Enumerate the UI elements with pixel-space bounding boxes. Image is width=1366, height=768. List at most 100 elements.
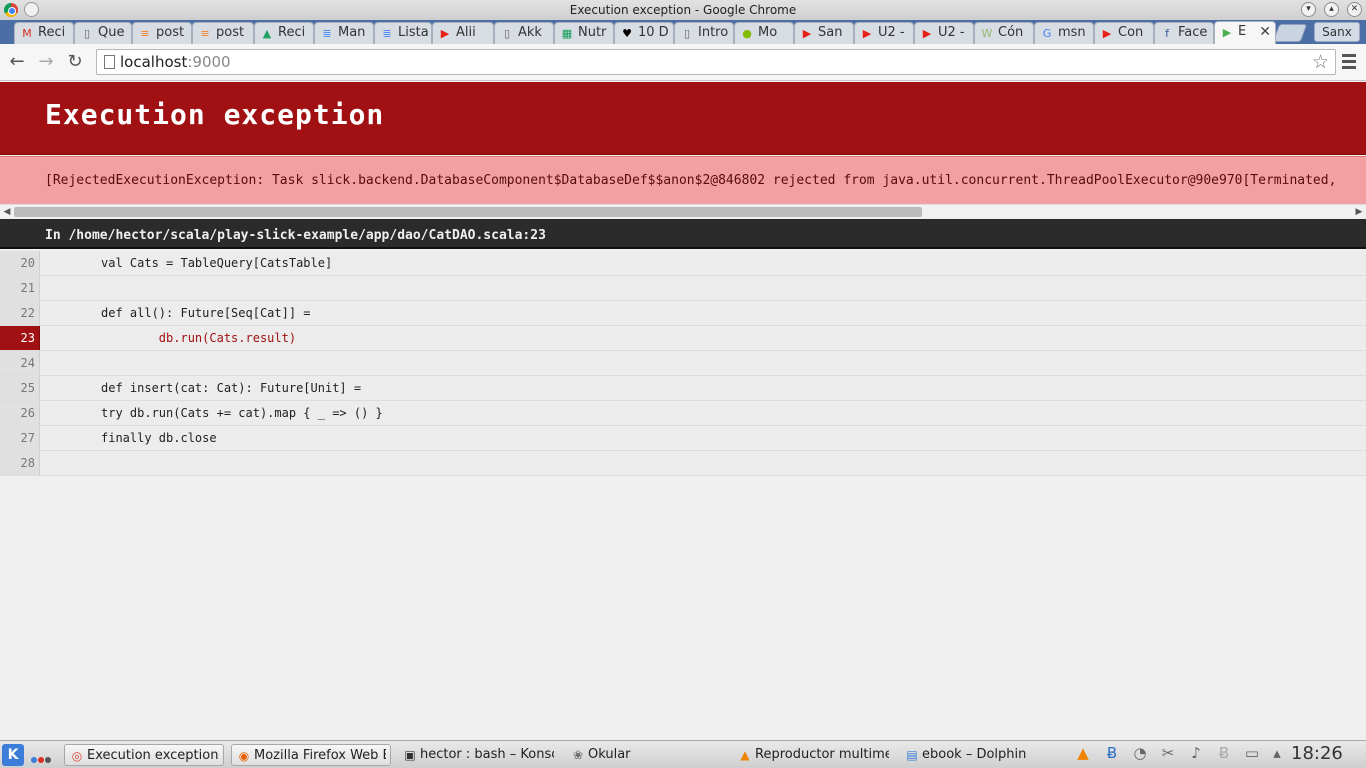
url-port: :9000 <box>187 53 231 71</box>
line-number: 20 <box>0 251 40 275</box>
browser-tab[interactable]: ▶ Con <box>1094 22 1154 44</box>
vlc-icon: ▲ <box>740 748 750 762</box>
kde-menu-icon[interactable]: K <box>2 744 24 766</box>
volume-icon[interactable]: ♪ <box>1185 744 1207 762</box>
tab-label: Nutr <box>578 25 607 40</box>
close-window-button[interactable]: ✕ <box>1347 2 1362 17</box>
source-location-bar: In /home/hector/scala/play-slick-example… <box>0 219 1366 249</box>
chrome-menu-icon[interactable] <box>1342 54 1356 70</box>
tab-label: Face <box>1178 25 1208 40</box>
gmail-icon: M <box>22 27 32 40</box>
facebook-icon: f <box>1165 27 1169 40</box>
browser-tab[interactable]: ▶ U2 - <box>854 22 914 44</box>
browser-tab[interactable]: ≡ post <box>192 22 254 44</box>
browser-tab[interactable]: ▶ San <box>794 22 854 44</box>
line-source: finally db.close <box>101 431 217 445</box>
taskbar-task[interactable]: ❀ Okular <box>566 744 726 766</box>
tray-expand-icon[interactable]: ▴ <box>1266 744 1288 762</box>
firefox-icon: ◉ <box>238 749 250 763</box>
clock[interactable]: 18:26 <box>1291 743 1343 764</box>
terminal-icon: ▣ <box>404 748 416 762</box>
bluetooth-icon[interactable]: Ƀ <box>1101 744 1123 762</box>
browser-tab[interactable]: W Cón <box>974 22 1034 44</box>
tab-label: msn <box>1058 25 1086 40</box>
tab-label: Akk <box>518 25 542 40</box>
tab-label: San <box>818 25 843 40</box>
code-line: 21 <box>0 276 1366 301</box>
error-message-box: [RejectedExecutionException: Task slick.… <box>0 156 1366 204</box>
browser-tab[interactable]: ≣ Man <box>314 22 374 44</box>
code-line: 20 val Cats = TableQuery[CatsTable] <box>0 251 1366 276</box>
taskbar-task[interactable]: ▲ Reproductor multime <box>733 744 893 766</box>
browser-tab[interactable]: ≡ post <box>132 22 192 44</box>
browser-tab[interactable]: f Face <box>1154 22 1214 44</box>
youtube-icon: ▶ <box>802 27 812 40</box>
window-titlebar: Execution exception - Google Chrome ▾ ▴ … <box>0 0 1366 20</box>
tab-label: Reci <box>38 25 66 40</box>
back-button[interactable]: ← <box>6 51 28 73</box>
taskbar: K 18:26 ◎ Execution exception ◉ Mozilla Fir… <box>0 740 1366 768</box>
line-source: def insert(cat: Cat): Future[Unit] = <box>101 381 362 395</box>
play-icon: ▶ <box>1222 26 1232 39</box>
line-source: try db.run(Cats += cat).map { _ => () } <box>101 406 383 420</box>
activities-icon[interactable] <box>31 752 52 767</box>
browser-toolbar: ← → ↻ localhost:9000 ☆ <box>0 44 1366 81</box>
scrollbar-thumb[interactable] <box>14 207 922 217</box>
line-number: 23 <box>0 326 40 350</box>
error-message: [RejectedExecutionException: Task slick.… <box>45 173 1337 188</box>
line-number: 22 <box>0 301 40 325</box>
horizontal-scrollbar[interactable]: ◀ ▶ <box>0 204 1366 218</box>
browser-tab[interactable]: ▯ Akk <box>494 22 554 44</box>
tab-label: Lista <box>398 25 429 40</box>
code-listing: 20 val Cats = TableQuery[CatsTable] 21 22 de… <box>0 251 1366 476</box>
profile-button[interactable]: Sanx <box>1314 22 1360 42</box>
browser-tab[interactable]: ▯ Que <box>74 22 132 44</box>
tab-label: Man <box>338 25 366 40</box>
taskbar-task[interactable]: ◉ Mozilla Firefox Web Br <box>231 744 391 766</box>
url-host: localhost <box>120 53 188 71</box>
task-label: hector : bash – Konso <box>420 747 554 762</box>
google-icon: G <box>1042 27 1052 40</box>
browser-tab[interactable]: ▶ U2 - <box>914 22 974 44</box>
minimize-button[interactable]: ▾ <box>1301 2 1316 17</box>
network-icon[interactable]: ◔ <box>1129 744 1151 762</box>
browser-tab[interactable]: ≣ Lista <box>374 22 432 44</box>
tab-active[interactable]: ▶ E ✕ <box>1214 21 1276 44</box>
vlc-tray-icon[interactable]: ▲ <box>1072 744 1094 762</box>
close-tab-icon[interactable]: ✕ <box>1259 24 1271 40</box>
clipboard-scissors-icon[interactable]: ✂ <box>1157 744 1179 762</box>
browser-tab[interactable]: M Reci <box>14 22 74 44</box>
code-line: 25 def insert(cat: Cat): Future[Unit] = <box>0 376 1366 401</box>
address-bar[interactable]: localhost:9000 ☆ <box>96 49 1336 75</box>
line-number: 21 <box>0 276 40 300</box>
bluetooth-off-icon[interactable]: Ƀ <box>1213 744 1235 762</box>
taskbar-task[interactable]: ▣ hector : bash – Konso <box>398 744 558 766</box>
url-text[interactable]: localhost:9000 <box>120 53 231 71</box>
new-tab-button[interactable] <box>1272 24 1308 42</box>
tab-label: E <box>1238 24 1247 39</box>
maximize-button[interactable]: ▴ <box>1324 2 1339 17</box>
docs-icon: ≣ <box>322 27 332 40</box>
display-icon[interactable]: ▭ <box>1241 744 1263 762</box>
window-title: Execution exception - Google Chrome <box>569 3 797 17</box>
browser-tab[interactable]: ▶ Alii <box>432 22 494 44</box>
scroll-right-icon[interactable]: ▶ <box>1352 205 1366 219</box>
stackoverflow-icon: ≡ <box>140 27 150 40</box>
browser-tab[interactable]: ▦ Nutr <box>554 22 614 44</box>
browser-tab[interactable]: Gmsn <box>1034 22 1094 44</box>
browser-tab[interactable]: ▲ Reci <box>254 22 314 44</box>
taskbar-task[interactable]: ◎ Execution exception <box>64 744 224 766</box>
task-label: Execution exception <box>87 748 219 763</box>
taskbar-task[interactable]: ▤ ebook – Dolphin <box>900 744 1050 766</box>
wikihow-icon: W <box>981 27 993 40</box>
browser-tab[interactable]: ♥ 10 D <box>614 22 674 44</box>
code-line-error: 23 db.run(Cats.result) <box>0 326 1366 351</box>
scroll-left-icon[interactable]: ◀ <box>0 205 14 219</box>
forward-button[interactable]: → <box>35 51 57 73</box>
browser-tab[interactable]: ▯ Intro <box>674 22 734 44</box>
reload-button[interactable]: ↻ <box>64 51 86 73</box>
youtube-icon: ▶ <box>922 27 932 40</box>
tab-label: Con <box>1118 25 1144 40</box>
bookmark-star-icon[interactable]: ☆ <box>1312 51 1329 73</box>
browser-tab[interactable]: ● Mo <box>734 22 794 44</box>
